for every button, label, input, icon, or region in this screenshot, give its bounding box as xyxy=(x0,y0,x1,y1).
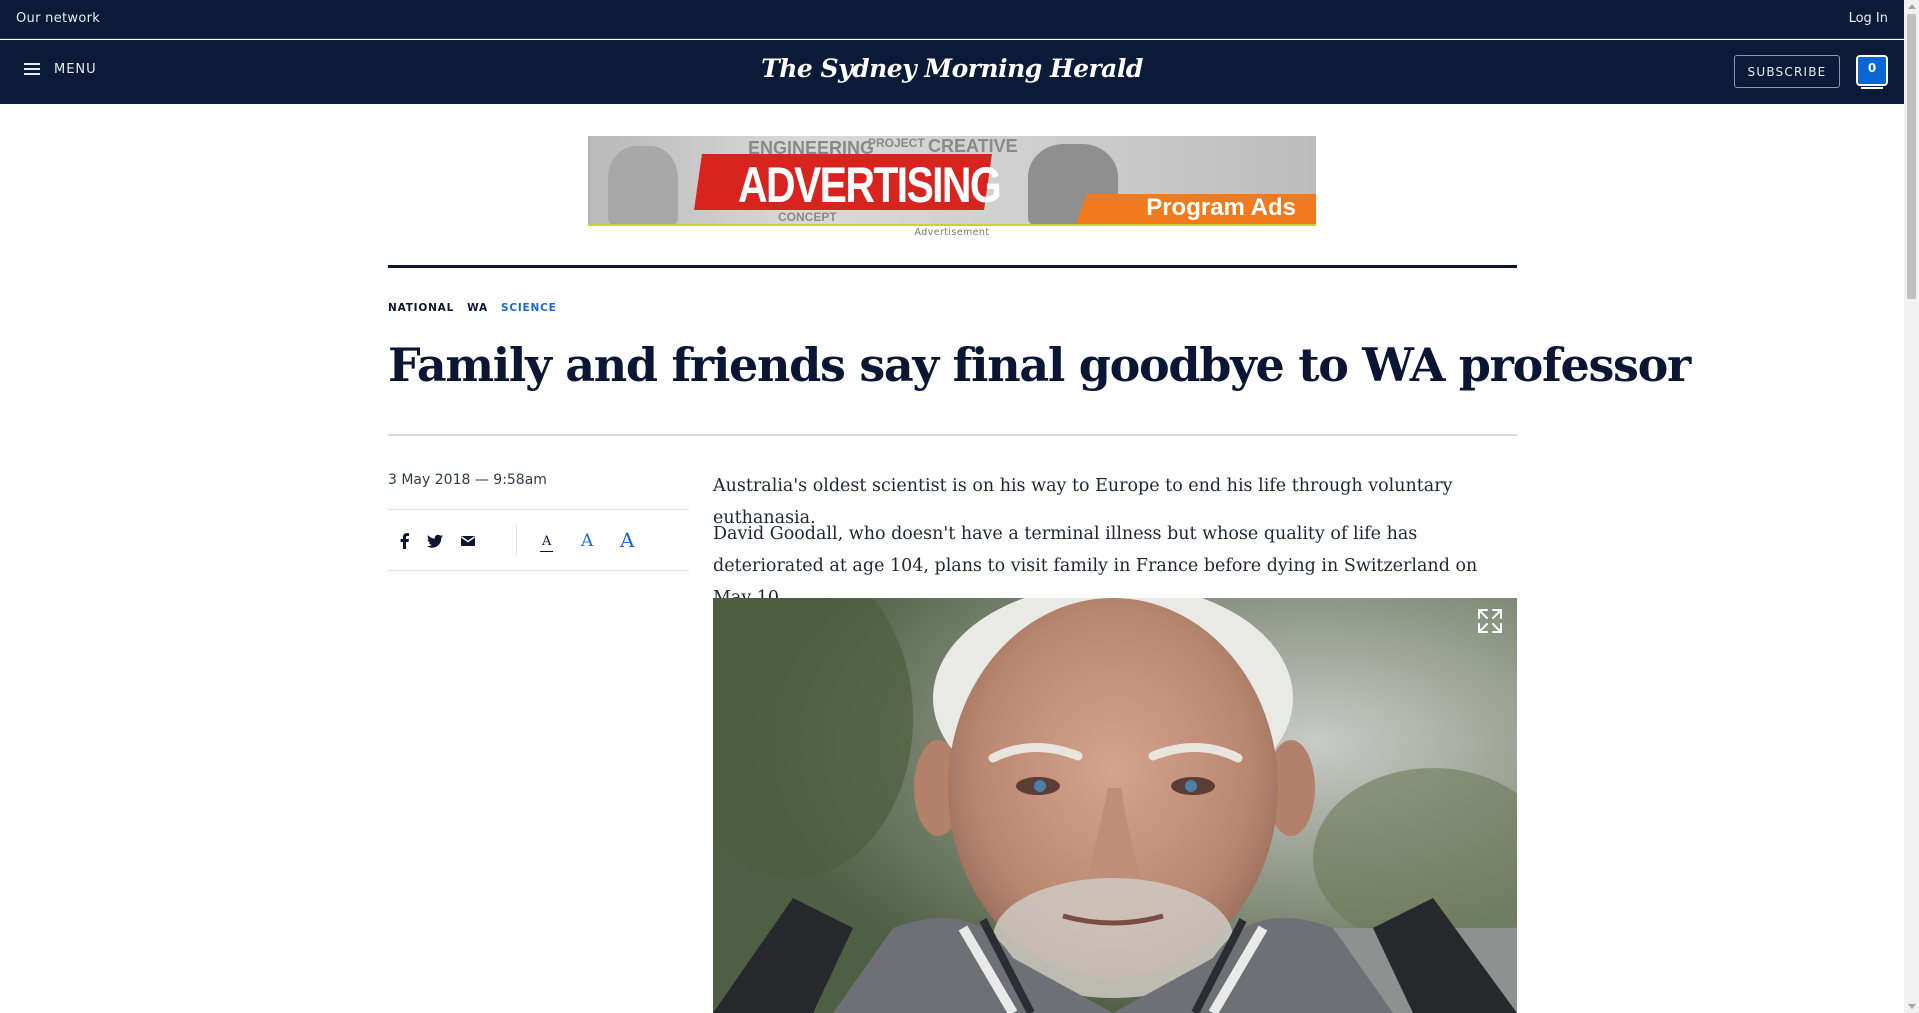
font-size-medium-button[interactable]: A xyxy=(581,531,593,551)
advertisement-banner[interactable]: ENGINEERING PROJECT CONCEPT CREATIVE ADV… xyxy=(588,136,1316,226)
ad-figure-left xyxy=(608,146,678,224)
page-scrollbar[interactable] xyxy=(1904,0,1919,1013)
expand-icon[interactable] xyxy=(1475,606,1505,636)
ad-tagline: Program Ads xyxy=(1146,194,1296,221)
advertisement-label: Advertisement xyxy=(914,227,990,238)
scroll-up-arrow-icon[interactable] xyxy=(1908,4,1916,9)
masthead: MENU The Sydney Morning Herald SUBSCRIBE… xyxy=(0,40,1904,104)
header-divider xyxy=(388,265,1517,268)
font-size-large-button[interactable]: A xyxy=(620,528,634,552)
site-logo[interactable]: The Sydney Morning Herald xyxy=(0,54,1904,83)
facebook-icon[interactable] xyxy=(395,531,415,551)
article-photo xyxy=(713,598,1517,1013)
our-network-link[interactable]: Our network xyxy=(16,11,100,26)
network-bar: Our network Log In xyxy=(0,0,1904,39)
scrollbar-thumb[interactable] xyxy=(1907,14,1916,299)
category-link-national[interactable]: NATIONAL xyxy=(388,302,454,314)
headline-divider xyxy=(388,434,1517,436)
ad-headline: ADVERTISING xyxy=(738,157,1002,213)
login-link[interactable]: Log In xyxy=(1849,11,1888,26)
ad-background-word: PROJECT xyxy=(868,136,925,150)
category-link-wa[interactable]: WA xyxy=(467,302,488,314)
article-dateline: 3 May 2018 — 9:58am xyxy=(388,472,547,488)
article-headline: Family and friends say final goodbye to … xyxy=(388,338,1691,392)
email-icon[interactable] xyxy=(458,531,478,551)
font-size-small-button[interactable]: A xyxy=(540,534,554,552)
share-tools: A A A xyxy=(388,509,689,571)
notification-count-badge[interactable]: 0 xyxy=(1856,55,1888,89)
category-link-science[interactable]: SCIENCE xyxy=(501,302,557,314)
category-breadcrumb: NATIONAL WA SCIENCE xyxy=(388,302,557,314)
twitter-icon[interactable] xyxy=(425,531,445,551)
subscribe-button[interactable]: SUBSCRIBE xyxy=(1734,55,1840,88)
portrait-illustration xyxy=(713,598,1517,1013)
tools-separator xyxy=(516,524,517,556)
scroll-down-arrow-icon[interactable] xyxy=(1908,1004,1916,1009)
